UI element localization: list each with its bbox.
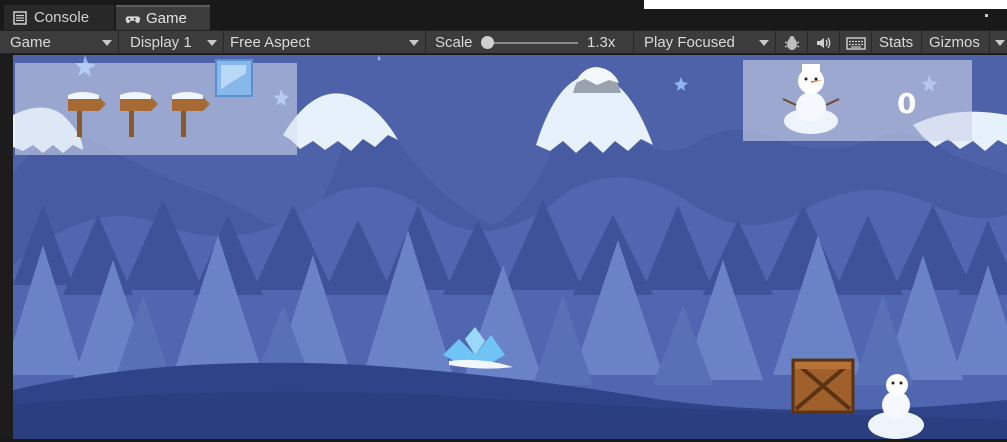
console-icon [13,10,27,25]
aspect-dropdown[interactable]: Free Aspect [220,31,426,54]
tab-game[interactable]: Game [116,5,210,30]
wooden-crate [791,358,855,414]
scale-slider-track[interactable] [486,42,578,44]
display-dropdown-label: Display 1 [130,34,192,51]
game-viewport[interactable]: 0 [13,55,1007,439]
play-mode-dropdown[interactable]: Play Focused [634,31,776,54]
aspect-dropdown-label: Free Aspect [230,34,311,51]
display-dropdown[interactable]: Display 1 [120,31,224,54]
chevron-down-icon [102,40,112,46]
gizmos-button[interactable]: Gizmos [922,31,990,54]
bug-icon [784,35,799,50]
bug-button[interactable] [776,31,808,54]
tab-console-label: Console [34,9,90,26]
score-hud-panel [743,60,972,141]
signs-hud-panel [15,63,297,155]
unity-game-window: Console Game Game Display 1 Free Aspect [0,0,1007,442]
gizmos-label: Gizmos [929,34,980,51]
mute-audio-button[interactable] [808,31,840,54]
keyboard-icon [845,36,866,50]
chevron-down-icon [759,40,769,46]
speaker-icon [816,37,830,48]
window-edge [644,0,1007,9]
scale-value: 1.3x [587,34,616,51]
game-toolbar: Game Display 1 Free Aspect Scale 1.3x Pl… [0,30,1007,54]
stats-button[interactable]: Stats [872,31,922,54]
chevron-down-icon [995,40,1005,46]
viewport-gutter [0,55,13,439]
stats-label: Stats [879,34,914,51]
game-scene [13,55,1007,439]
score-counter: 0 [897,87,917,120]
chevron-down-icon [409,40,419,46]
gizmos-dropdown[interactable] [990,31,1007,54]
ice-block [215,59,253,97]
gamepad-icon [125,15,140,23]
scale-slider-handle[interactable] [481,36,494,49]
shortcuts-button[interactable] [840,31,872,54]
menu-dots-icon[interactable] [985,14,988,17]
play-mode-label: Play Focused [644,34,735,51]
chevron-down-icon [207,40,217,46]
tab-console[interactable]: Console [4,5,114,30]
tab-bar: Console Game [0,0,1007,30]
view-dropdown[interactable]: Game [0,31,119,54]
tab-game-label: Game [146,10,187,27]
scale-label: Scale [435,34,473,51]
view-dropdown-label: Game [10,34,51,51]
